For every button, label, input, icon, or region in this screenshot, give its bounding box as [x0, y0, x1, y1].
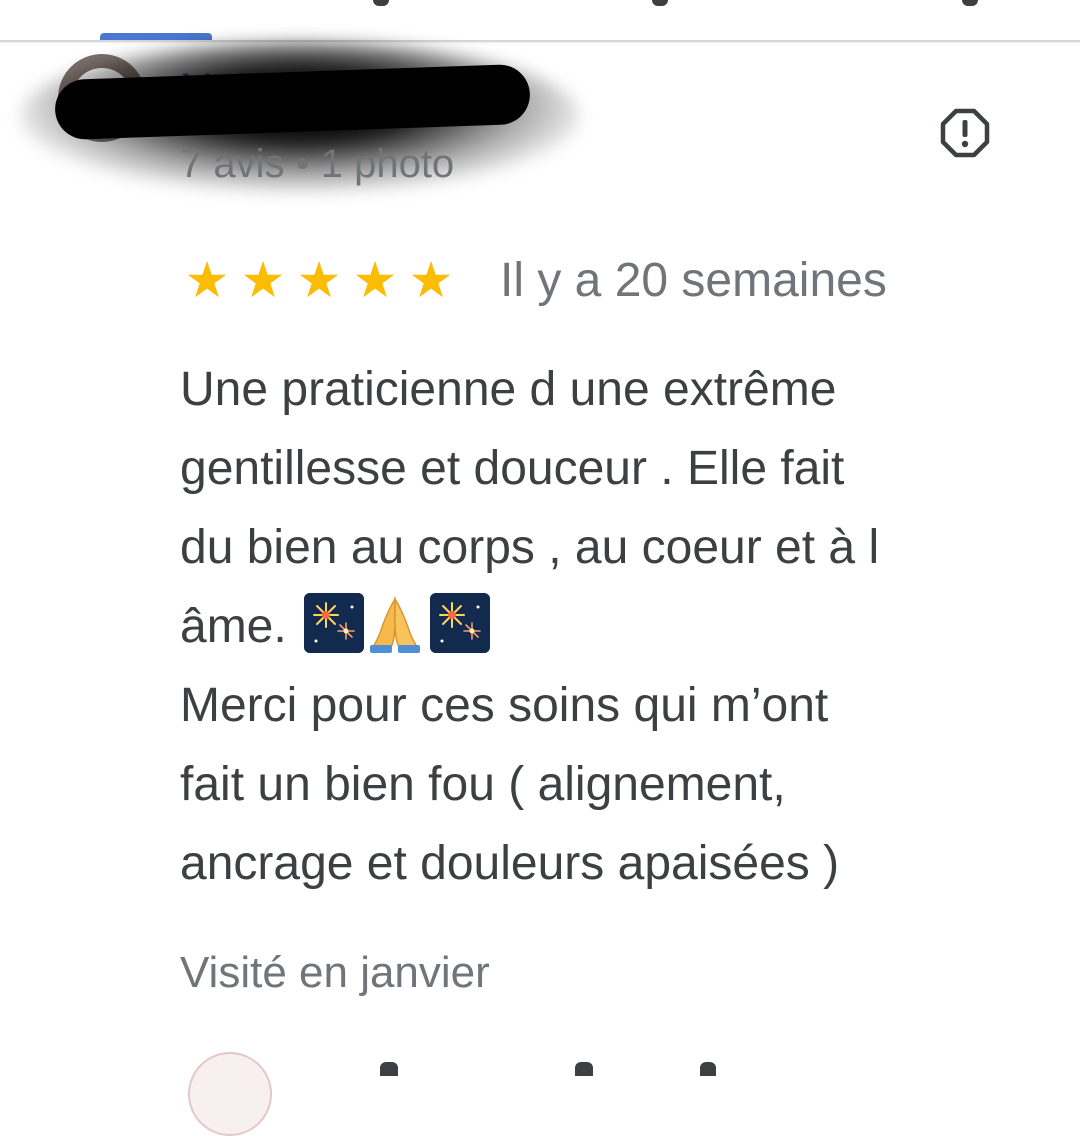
review-text-line: ancrage et douleurs apaisées ) — [180, 837, 840, 890]
tab-label-fragment — [962, 0, 978, 6]
review-text-line: fait un bien fou ( alignement, — [180, 758, 786, 811]
fireworks-icon — [304, 593, 365, 654]
tab-bar — [0, 0, 1080, 42]
review-text-line: Une praticienne d une extrême — [180, 363, 837, 416]
next-reviewer-name-fragment — [700, 1062, 716, 1076]
star-icon: ★ — [296, 252, 342, 308]
star-icon: ★ — [240, 252, 286, 308]
review-date: Il y a 20 semaines — [500, 253, 887, 307]
fireworks-icon — [430, 593, 491, 654]
report-icon[interactable] — [940, 108, 990, 158]
review-text-segment: âme. — [180, 600, 287, 653]
next-reviewer-name-fragment — [575, 1062, 593, 1076]
reviewer-stats: 7 avis • 1 photo — [180, 142, 455, 186]
next-reviewer-avatar[interactable] — [188, 1052, 272, 1136]
review-text-line: gentillesse et douceur . Elle fait — [180, 442, 845, 495]
star-icon: ★ — [184, 252, 230, 308]
review-text-line-with-emoji: âme. — [180, 587, 1040, 666]
star-icon: ★ — [352, 252, 398, 308]
next-reviewer-name-fragment — [380, 1062, 398, 1076]
folded-hands-icon — [364, 593, 426, 654]
reviewer-header: M 7 avis • 1 photo — [0, 42, 1080, 212]
rating-row: ★ ★ ★ ★ ★ Il y a 20 semaines — [180, 250, 887, 310]
review-text: Une praticienne d une extrême gentilless… — [180, 350, 1040, 903]
star-rating: ★ ★ ★ ★ ★ — [180, 255, 458, 305]
review-text-line: Merci pour ces soins qui m’ont — [180, 679, 829, 732]
tab-label-fragment — [373, 0, 389, 6]
review-text-line: du bien au corps , au coeur et à l — [180, 521, 880, 574]
tab-label-fragment — [652, 0, 668, 6]
visit-date: Visité en janvier — [180, 948, 490, 997]
active-tab-indicator — [100, 33, 212, 40]
star-icon: ★ — [408, 252, 454, 308]
